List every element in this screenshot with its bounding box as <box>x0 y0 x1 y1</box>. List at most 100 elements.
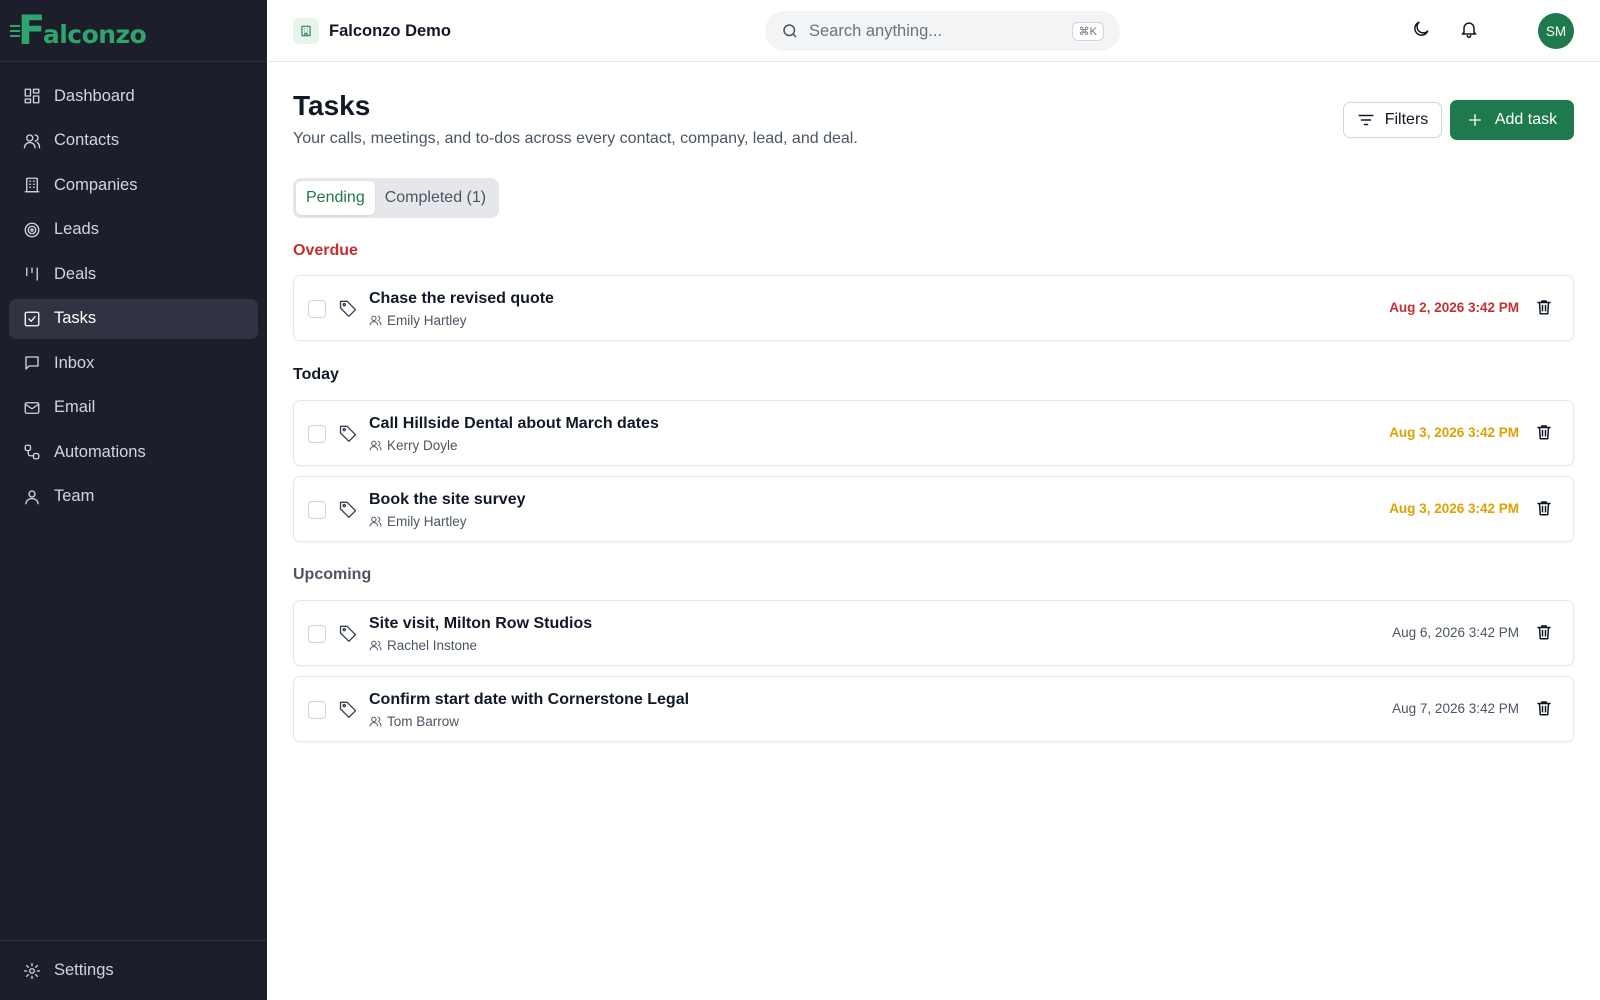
task-due-date: Aug 3, 2026 3:42 PM <box>1389 425 1519 440</box>
workspace-name: Falconzo Demo <box>329 21 451 40</box>
sidebar-item-dashboard[interactable]: Dashboard <box>9 76 258 116</box>
theme-toggle-button[interactable] <box>1411 19 1435 43</box>
sidebar-nav: Dashboard Contacts Companies Leads Deals… <box>0 62 267 517</box>
search-shortcut: ⌘K <box>1071 21 1104 41</box>
task-complete-checkbox[interactable] <box>308 425 326 443</box>
search-input[interactable] <box>809 21 1072 41</box>
section-heading-overdue: Overdue <box>293 242 358 259</box>
target-icon <box>24 222 40 237</box>
tag-icon[interactable] <box>338 699 358 719</box>
tag-icon[interactable] <box>338 298 358 318</box>
sidebar-item-automations[interactable]: Automations <box>9 432 258 472</box>
sidebar-item-contacts[interactable]: Contacts <box>9 121 258 161</box>
mail-icon <box>24 401 40 414</box>
notifications-button[interactable] <box>1459 19 1483 43</box>
task-title[interactable]: Site visit, Milton Row Studios <box>369 615 592 633</box>
tag-icon[interactable] <box>338 423 358 443</box>
task-row[interactable]: Call Hillside Dental about March dates K… <box>293 400 1574 466</box>
avatar[interactable]: SM <box>1538 13 1574 49</box>
task-contact[interactable]: Tom Barrow <box>369 714 459 729</box>
sidebar-item-settings[interactable]: Settings <box>9 951 258 991</box>
task-contact[interactable]: Emily Hartley <box>369 313 467 328</box>
section-heading-today: Today <box>293 366 339 383</box>
task-contact[interactable]: Emily Hartley <box>369 514 467 529</box>
users-icon <box>369 640 382 651</box>
sidebar-item-label: Email <box>54 398 96 416</box>
sidebar-item-label: Leads <box>54 220 99 238</box>
delete-task-button[interactable] <box>1535 423 1555 443</box>
page-title: Tasks <box>293 90 371 121</box>
task-row[interactable]: Book the site survey Emily Hartley Aug 3… <box>293 476 1574 542</box>
task-complete-checkbox[interactable] <box>308 501 326 519</box>
sidebar-item-email[interactable]: Email <box>9 388 258 428</box>
task-contact-name: Rachel Instone <box>387 638 478 653</box>
checkbox-icon <box>24 311 40 326</box>
search-bar[interactable]: ⌘K <box>765 11 1120 51</box>
add-task-label: Add task <box>1494 111 1558 128</box>
sidebar-item-companies[interactable]: Companies <box>9 165 258 205</box>
task-due-date: Aug 6, 2026 3:42 PM <box>1392 625 1519 640</box>
logo-name: alconzo <box>42 19 147 49</box>
sidebar-item-label: Automations <box>54 442 146 461</box>
sidebar-item-tasks[interactable]: Tasks <box>9 298 258 339</box>
delete-task-button[interactable] <box>1535 623 1555 643</box>
section-heading-upcoming: Upcoming <box>293 566 372 583</box>
workspace-icon <box>293 18 319 44</box>
sidebar-item-label: Team <box>54 487 95 505</box>
topbar: Falconzo Demo ⌘K SM <box>267 0 1600 62</box>
task-title[interactable]: Confirm start date with Cornerstone Lega… <box>369 691 689 709</box>
sidebar-item-label: Deals <box>54 264 97 283</box>
task-contact-name: Emily Hartley <box>387 514 467 529</box>
user-icon <box>25 489 39 504</box>
task-due-date: Aug 3, 2026 3:42 PM <box>1389 501 1519 516</box>
message-icon <box>25 356 39 370</box>
users-icon <box>369 315 382 326</box>
tag-icon[interactable] <box>338 623 358 643</box>
trash-icon <box>1537 425 1551 440</box>
tab-pending[interactable]: Pending <box>296 181 375 215</box>
sidebar: F alconzo Dashboard Contacts Companies L… <box>0 0 267 1000</box>
task-contact[interactable]: Kerry Doyle <box>369 438 458 453</box>
task-row[interactable]: Chase the revised quote Emily Hartley Au… <box>293 275 1574 341</box>
trash-icon <box>1537 701 1551 716</box>
bell-icon <box>1461 22 1477 39</box>
task-contact-name: Emily Hartley <box>387 313 467 328</box>
sidebar-item-deals[interactable]: Deals <box>9 254 258 294</box>
task-contact-name: Tom Barrow <box>387 714 460 729</box>
delete-task-button[interactable] <box>1535 298 1555 318</box>
task-contact[interactable]: Rachel Instone <box>369 638 477 653</box>
logo-mark: F <box>10 7 45 54</box>
gear-icon <box>23 962 41 979</box>
sidebar-item-team[interactable]: Team <box>9 477 258 517</box>
add-task-button[interactable]: Add task <box>1450 100 1574 140</box>
building-icon <box>24 177 40 193</box>
sidebar-item-inbox[interactable]: Inbox <box>9 343 258 383</box>
task-row[interactable]: Confirm start date with Cornerstone Lega… <box>293 676 1574 742</box>
trash-icon <box>1537 300 1551 315</box>
task-title[interactable]: Chase the revised quote <box>369 290 554 308</box>
task-row[interactable]: Site visit, Milton Row Studios Rachel In… <box>293 600 1574 666</box>
filter-icon <box>1358 114 1374 126</box>
sidebar-item-leads[interactable]: Leads <box>9 210 258 250</box>
users-icon <box>23 133 41 148</box>
task-complete-checkbox[interactable] <box>308 300 326 318</box>
tab-completed[interactable]: Completed (1) <box>375 181 496 215</box>
delete-task-button[interactable] <box>1535 499 1555 519</box>
tag-icon[interactable] <box>338 499 358 519</box>
kanban-icon <box>26 267 38 281</box>
workspace-switcher[interactable]: Falconzo Demo <box>293 18 451 44</box>
trash-icon <box>1537 625 1551 640</box>
filters-button[interactable]: Filters <box>1343 102 1442 138</box>
dashboard-icon <box>24 88 40 104</box>
task-complete-checkbox[interactable] <box>308 625 326 643</box>
logo[interactable]: F alconzo <box>0 0 267 62</box>
users-icon <box>369 440 382 451</box>
sidebar-item-label: Dashboard <box>54 86 135 105</box>
task-complete-checkbox[interactable] <box>308 701 326 719</box>
delete-task-button[interactable] <box>1535 699 1555 719</box>
plus-icon <box>1468 114 1481 126</box>
task-title[interactable]: Book the site survey <box>369 491 526 509</box>
task-due-date: Aug 2, 2026 3:42 PM <box>1389 300 1519 315</box>
task-title[interactable]: Call Hillside Dental about March dates <box>369 415 659 433</box>
workflow-icon <box>24 444 40 460</box>
